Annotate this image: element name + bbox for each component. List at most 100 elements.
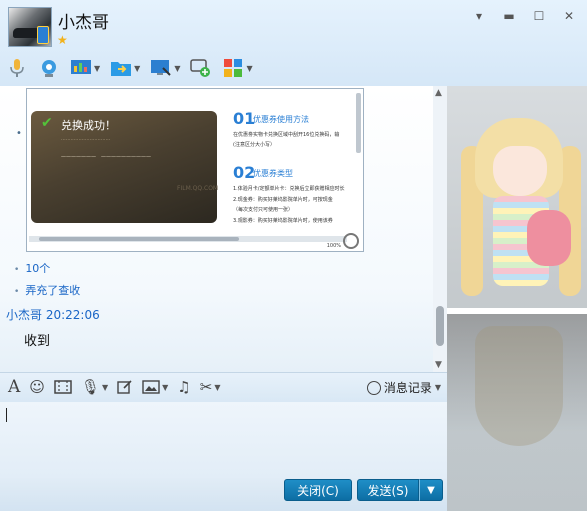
message-input[interactable]: [0, 402, 447, 478]
voice-message-button[interactable]: 🎙 ▼: [81, 378, 108, 396]
apps-grid-icon: [222, 57, 244, 79]
window-controls: ▾ ▬ ☐ ✕: [469, 8, 579, 24]
send-button[interactable]: 发送(S): [357, 479, 419, 501]
scroll-up-icon[interactable]: ▲: [435, 88, 442, 98]
zoom-icon[interactable]: [343, 233, 359, 249]
mobile-online-icon: [37, 26, 49, 44]
illustration-reflection: [475, 326, 563, 446]
image-text-line: 1.体验月卡/定额单片卡：兑换后立即获赠相应时长: [233, 186, 345, 192]
send-options-button[interactable]: ▼: [419, 479, 443, 501]
edit-icon: [117, 380, 132, 394]
message-text: 弄充了查收: [25, 284, 81, 297]
input-toolbar: A ☺ 🎙 ▼ ▼ ♫ ✂ ▼ 消息记录 ▼: [0, 372, 447, 402]
monitor-icon: [150, 57, 172, 79]
maximize-button[interactable]: ☐: [529, 8, 549, 24]
chevron-down-icon[interactable]: ▼: [134, 64, 140, 73]
chevron-down-icon[interactable]: ▼: [214, 383, 220, 392]
sender-timestamp: 小杰哥 20:22:06: [6, 308, 100, 322]
image-section-title: 优惠券使用方法: [253, 115, 309, 124]
camera-icon: [38, 57, 60, 79]
image-hscrollbar: [29, 236, 347, 242]
smiley-icon: ☺: [29, 378, 45, 396]
image-section-number: 02: [233, 163, 256, 182]
message-text: 10个: [25, 262, 51, 275]
side-illustration: [447, 86, 587, 511]
chevron-down-icon[interactable]: ▼: [94, 64, 100, 73]
edit-button[interactable]: [117, 379, 133, 395]
star-icon[interactable]: ★: [57, 33, 68, 47]
image-links: ——————— ——————————: [61, 154, 152, 160]
image-zoom-text: 100%: [326, 243, 341, 249]
chevron-down-icon[interactable]: ▼: [102, 383, 108, 392]
microphone-icon: 🎙: [80, 378, 100, 396]
message-scrollbar[interactable]: ▲ ▼: [433, 86, 447, 372]
history-label: 消息记录: [383, 381, 432, 395]
video-call-button[interactable]: [38, 57, 60, 79]
text-caret: [6, 408, 7, 422]
film-icon: [54, 380, 72, 394]
chevron-down-icon: ▼: [427, 484, 435, 496]
microphone-icon: [6, 57, 28, 79]
message-line: • 10个: [14, 260, 50, 276]
image-small-text: ·······························: [61, 137, 111, 143]
chat-add-icon: [190, 57, 212, 79]
bullet-icon: •: [16, 128, 22, 139]
clock-icon: [366, 380, 381, 395]
image-text-line: 在优惠劵实物卡兑换区域中刮开16位兑换码，输: [233, 132, 340, 138]
chevron-down-icon[interactable]: ▼: [435, 383, 441, 392]
close-button[interactable]: ✕: [559, 8, 579, 24]
input-tools: A ☺ 🎙 ▼ ▼ ♫ ✂ ▼: [8, 377, 229, 397]
chevron-down-icon[interactable]: ▼: [162, 383, 168, 392]
image-text-line: (注意区分大小写）: [233, 142, 275, 148]
chevron-down-icon[interactable]: ▼: [246, 64, 252, 73]
music-icon: ♫: [177, 378, 191, 396]
remote-assist-button[interactable]: ▼: [150, 57, 180, 79]
create-discussion-button[interactable]: [190, 57, 212, 79]
chevron-down-icon[interactable]: ▼: [174, 64, 180, 73]
chat-toolbar: ▼ ▼ ▼ ▼: [6, 54, 263, 82]
font-button[interactable]: A: [8, 377, 20, 397]
chevron-down-icon[interactable]: ▾: [469, 8, 489, 24]
image-dark-panel: [31, 111, 217, 223]
chat-header: 小杰哥 ★ ▾ ▬ ☐ ✕ ▼ ▼ ▼ ▼: [0, 0, 587, 86]
message-text: 收到: [24, 334, 51, 349]
image-section-title: 优惠券类型: [253, 169, 293, 178]
illustration-face: [493, 146, 547, 196]
voice-call-button[interactable]: [6, 57, 28, 79]
scrollbar-thumb[interactable]: [436, 306, 444, 346]
shared-image[interactable]: ✔ 兑换成功！ ······························· …: [26, 88, 364, 252]
image-success-text: 兑换成功！: [61, 119, 116, 132]
screenshot-button[interactable]: ✂ ▼: [200, 378, 221, 396]
minimize-button[interactable]: ▬: [499, 8, 519, 24]
contact-name[interactable]: 小杰哥: [58, 8, 109, 33]
chat-window: 小杰哥 ★ ▾ ▬ ☐ ✕ ▼ ▼ ▼ ▼ • ✔ 兑换成功！ ········…: [0, 0, 587, 511]
bottom-bar: 关闭(C) 发送(S) ▼: [0, 478, 447, 511]
image-text-line: （每次支付只可使用一张）: [233, 207, 294, 213]
bullet-icon: •: [14, 287, 20, 297]
image-text-line: 3.观影券：购买好莱坞影院单片时，使用该券: [233, 218, 333, 224]
music-button[interactable]: ♫: [177, 378, 190, 396]
message-area: • ✔ 兑换成功！ ······························…: [0, 86, 447, 372]
message-line: • 弄充了查收: [14, 282, 80, 298]
folder-icon: [110, 57, 132, 79]
avatar[interactable]: [8, 7, 52, 47]
send-file-button[interactable]: ▼: [110, 57, 140, 79]
scissors-icon: ✂: [199, 378, 213, 396]
message-history-button[interactable]: 消息记录 ▼: [366, 379, 441, 396]
close-chat-button[interactable]: 关闭(C): [284, 479, 352, 501]
emoji-button[interactable]: ☺: [29, 378, 45, 396]
check-icon: ✔: [41, 115, 53, 131]
image-section-number: 01: [233, 109, 256, 128]
apps-button[interactable]: ▼: [222, 57, 253, 79]
image-watermark: FILM.QQ.COM: [177, 185, 219, 192]
illustration-bunny: [527, 210, 571, 266]
image-icon: [142, 380, 160, 394]
image-scrollbar: [356, 93, 361, 153]
scroll-down-icon[interactable]: ▼: [435, 360, 442, 370]
share-screen-button[interactable]: ▼: [70, 57, 100, 79]
font-icon: A: [8, 377, 21, 397]
image-text-line: 2.现金券：购买好莱坞影院单片时，可按现金: [233, 197, 333, 203]
image-button[interactable]: ▼: [142, 379, 168, 395]
bullet-icon: •: [14, 265, 20, 275]
gif-button[interactable]: [54, 379, 72, 395]
